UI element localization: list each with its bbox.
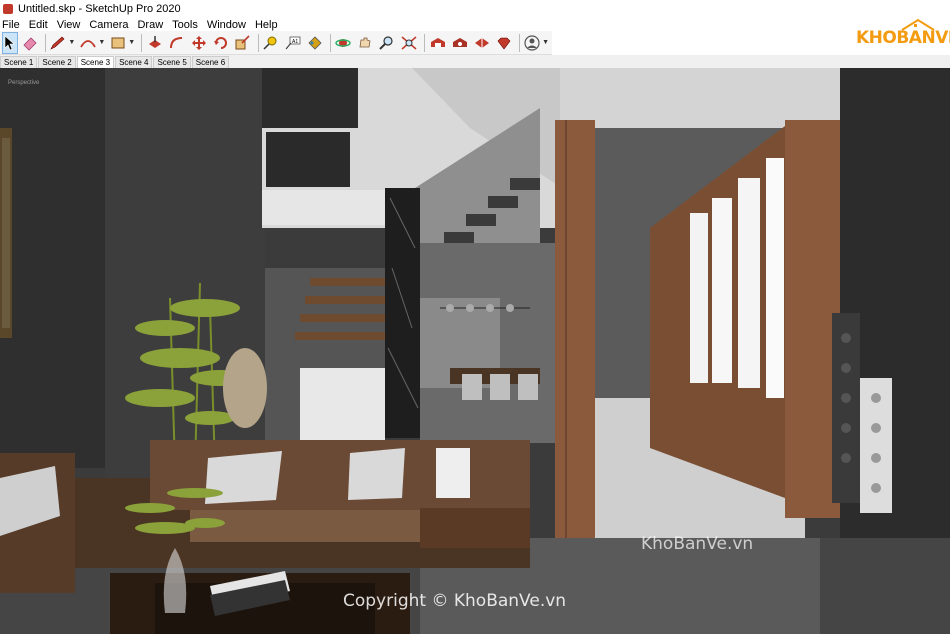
pan-hand-icon [359, 37, 371, 47]
eraser-tool-button[interactable] [20, 32, 40, 54]
paint-bucket-icon [308, 35, 322, 50]
zoom-tool-button[interactable] [377, 32, 397, 54]
extension-warehouse-button[interactable] [450, 32, 470, 54]
tab-scene-6[interactable]: Scene 6 [191, 56, 230, 68]
chevron-down-icon[interactable]: ▼ [68, 39, 75, 46]
rotate-icon [213, 36, 227, 49]
follow-me-tool-button[interactable] [167, 32, 187, 54]
paint-bucket-tool-button[interactable] [305, 32, 325, 54]
menu-bar: File Edit View Camera Draw Tools Window … [0, 18, 950, 32]
rotate-tool-button[interactable] [211, 32, 231, 54]
main-toolbar: ▼ ▼ ▼ A1 ▼ [0, 31, 552, 55]
menu-window[interactable]: Window [206, 19, 250, 31]
view-label: Perspective [8, 80, 40, 86]
svg-text:A1: A1 [292, 39, 298, 45]
tape-measure-tool-button[interactable] [261, 32, 281, 54]
interior-render [0, 68, 950, 634]
zoom-extents-button[interactable] [399, 32, 419, 54]
move-icon [191, 35, 206, 50]
eraser-icon [23, 36, 37, 51]
push-pull-icon [148, 35, 161, 48]
watermark-small: KhoBanVe.vn [641, 534, 754, 554]
push-pull-tool-button[interactable] [145, 32, 165, 54]
scale-icon [235, 34, 250, 49]
rectangle-icon [111, 37, 125, 48]
arrow-cursor-icon [4, 34, 15, 50]
warehouse-icon [430, 37, 445, 47]
orbit-icon [335, 38, 352, 47]
scene-tabs: Scene 1 Scene 2 Scene 3 Scene 4 Scene 5 … [0, 55, 950, 68]
tab-scene-2[interactable]: Scene 2 [38, 56, 76, 68]
sketchup-app-icon [3, 4, 13, 14]
menu-file[interactable]: File [1, 19, 24, 31]
line-tool-button[interactable] [48, 32, 68, 54]
chevron-down-icon[interactable]: ▼ [98, 39, 105, 46]
account-button[interactable] [522, 32, 542, 54]
zoom-icon [379, 35, 393, 50]
window-title: Untitled.skp - SketchUp Pro 2020 [18, 3, 181, 15]
menu-help[interactable]: Help [254, 19, 282, 31]
chevron-down-icon[interactable]: ▼ [542, 39, 549, 46]
pencil-icon [50, 36, 65, 50]
arc-tool-button[interactable] [78, 32, 98, 54]
select-tool-button[interactable] [2, 31, 18, 54]
title-bar: Untitled.skp - SketchUp Pro 2020 [0, 0, 950, 18]
layout-icon [474, 37, 489, 48]
brand-logo: KHOBANVE [852, 18, 950, 52]
menu-camera[interactable]: Camera [88, 19, 132, 31]
user-icon [524, 34, 540, 51]
3d-warehouse-button[interactable] [428, 32, 448, 54]
zoom-extents-icon [401, 35, 417, 50]
tab-scene-3[interactable]: Scene 3 [76, 56, 115, 68]
extension-manager-button[interactable] [494, 32, 514, 54]
ruby-icon [497, 37, 511, 49]
tab-scene-4[interactable]: Scene 4 [115, 56, 153, 68]
move-tool-button[interactable] [189, 32, 209, 54]
text-tool-button[interactable]: A1 [283, 32, 303, 54]
chevron-down-icon[interactable]: ▼ [128, 39, 135, 46]
tab-scene-5[interactable]: Scene 5 [153, 56, 191, 68]
menu-tools[interactable]: Tools [171, 19, 202, 31]
menu-draw[interactable]: Draw [136, 19, 167, 31]
extension-icon [452, 37, 467, 47]
orbit-tool-button[interactable] [333, 32, 353, 54]
menu-edit[interactable]: Edit [28, 19, 52, 31]
shape-tool-button[interactable] [108, 32, 128, 54]
logo-text: KHOBANVE [856, 28, 950, 48]
follow-me-icon [169, 36, 182, 48]
pan-tool-button[interactable] [355, 32, 375, 54]
tape-measure-icon [263, 36, 277, 50]
scale-tool-button[interactable] [233, 32, 253, 54]
text-icon: A1 [285, 36, 301, 49]
3d-viewport[interactable]: Perspective KhoBanVe.vn Copyright © KhoB… [0, 68, 950, 634]
menu-view[interactable]: View [56, 19, 85, 31]
wood-column [555, 120, 595, 552]
watermark-copyright: Copyright © KhoBanVe.vn [343, 591, 567, 611]
arc-icon [80, 39, 97, 47]
layout-button[interactable] [472, 32, 492, 54]
tab-scene-1[interactable]: Scene 1 [0, 56, 38, 68]
